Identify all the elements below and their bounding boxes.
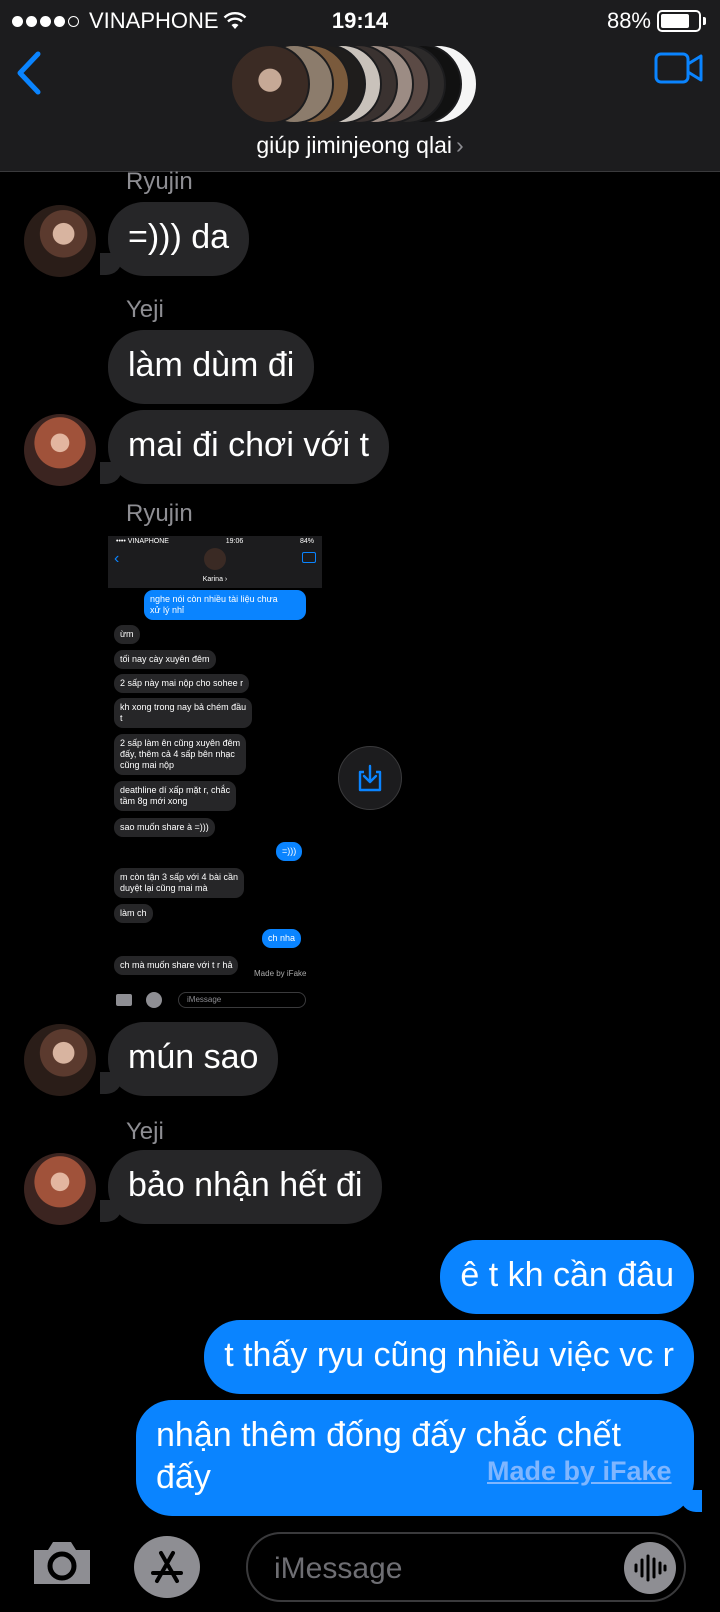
video-call-icon[interactable] <box>654 50 704 86</box>
chevron-right-icon: › <box>455 132 464 158</box>
audio-button[interactable] <box>624 1542 676 1594</box>
save-download-icon <box>358 764 382 792</box>
battery-icon <box>657 10 701 32</box>
avatar <box>204 548 226 570</box>
sender-name: Yeji <box>126 296 164 323</box>
shot-bubble: ch nha <box>262 929 302 948</box>
message-bubble[interactable]: làm dùm đi <box>108 330 315 404</box>
sender-name: Yeji <box>126 1118 164 1145</box>
message-bubble[interactable]: =))) da <box>108 202 250 276</box>
shared-screenshot-image[interactable]: •••• VINAPHONE 19:06 84% ‹ Karina › nghe… <box>108 536 322 1014</box>
shot-bubble: 2 sấp làm ên cũng xuyên đêm đấy, thêm cả… <box>114 734 247 775</box>
shot-bubble: nghe nói còn nhiều tài liệu chưa xử lý n… <box>144 590 306 620</box>
shot-bubble: =))) <box>276 842 303 861</box>
conversation-header: VINAPHONE 19:14 88% giúp jiminjeong qlai… <box>0 0 720 172</box>
watermark: Made by iFake <box>487 1456 672 1486</box>
avatar <box>24 1024 96 1096</box>
sender-name: Ryujin <box>126 168 193 195</box>
group-title[interactable]: giúp jiminjeong qlai › <box>0 132 720 159</box>
message-bubble[interactable]: mai đi chơi với t <box>108 410 390 484</box>
sender-name: Ryujin <box>126 500 193 527</box>
save-image-button[interactable] <box>338 746 402 810</box>
shot-watermark: Made by iFake <box>254 969 307 978</box>
app-store-button[interactable] <box>134 1536 200 1598</box>
shot-bubble: deathline dí xấp mặt r, chắc tầm 8g mới … <box>114 781 237 811</box>
camera-icon[interactable] <box>30 1538 94 1588</box>
avatar <box>230 44 310 124</box>
message-input[interactable]: iMessage <box>246 1532 686 1602</box>
status-bar: VINAPHONE 19:14 88% <box>0 6 720 38</box>
app-store-icon <box>151 1551 183 1583</box>
message-bubble[interactable]: ê t kh cần đâu <box>440 1240 694 1314</box>
shot-bubble: tối nay cày xuyên đêm <box>114 650 216 669</box>
back-chevron-icon: ‹ <box>114 550 120 567</box>
avatar <box>24 205 96 277</box>
shot-bubble: sao muốn share à =))) <box>114 818 215 837</box>
shot-bubble: m còn tận 3 sấp với 4 bài cần duyệt lại … <box>114 868 244 898</box>
message-bubble[interactable]: bảo nhận hết đi <box>108 1150 383 1224</box>
avatar <box>24 414 96 486</box>
shot-input: iMessage <box>178 992 306 1008</box>
back-chevron-icon[interactable] <box>14 50 44 96</box>
camera-icon <box>116 994 132 1006</box>
video-call-icon <box>302 552 316 563</box>
shot-bubble: ch mà muốn share với t r hả <box>114 956 239 975</box>
message-bubble[interactable]: t thấy ryu cũng nhiều việc vc r <box>204 1320 694 1394</box>
avatar <box>24 1153 96 1225</box>
group-avatar-stack[interactable] <box>230 44 490 124</box>
app-store-icon <box>146 992 162 1008</box>
shot-bubble: kh xong trong nay bả chém đầu t <box>114 698 253 728</box>
message-bubble[interactable]: mún sao <box>108 1022 279 1096</box>
message-input-placeholder: iMessage <box>274 1552 403 1585</box>
battery-percent: 88% <box>606 8 651 33</box>
shot-bubble: làm ch <box>114 904 153 923</box>
shot-bubble: 2 sấp này mai nộp cho sohee r <box>114 674 250 693</box>
shot-bubble: ừm <box>114 625 140 644</box>
group-title-text: giúp jiminjeong qlai <box>256 132 452 158</box>
audio-waveform-icon <box>634 1554 667 1582</box>
